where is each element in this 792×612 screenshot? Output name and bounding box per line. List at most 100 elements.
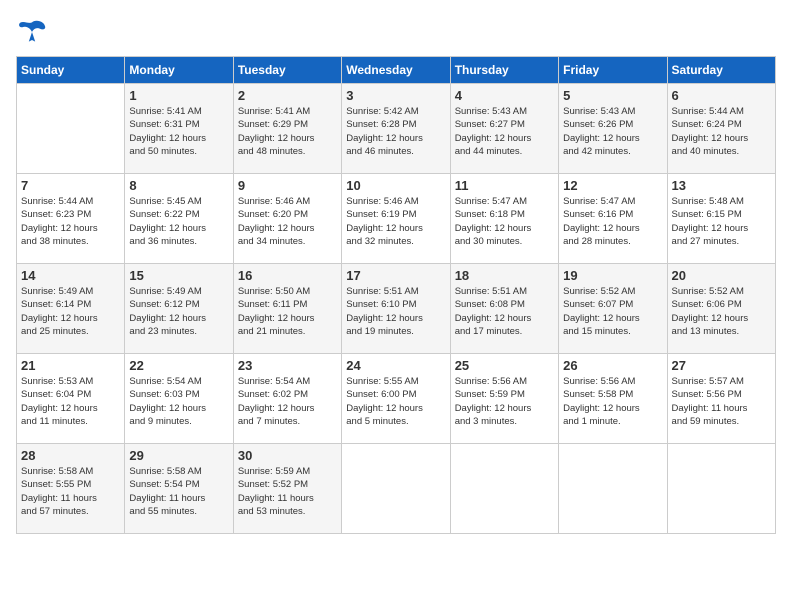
day-info: Sunrise: 5:51 AM Sunset: 6:10 PM Dayligh…: [346, 285, 445, 338]
day-info: Sunrise: 5:50 AM Sunset: 6:11 PM Dayligh…: [238, 285, 337, 338]
day-number: 29: [129, 448, 228, 463]
calendar-cell: 21 Sunrise: 5:53 AM Sunset: 6:04 PM Dayli…: [17, 354, 125, 444]
day-number: 27: [672, 358, 771, 373]
day-info: Sunrise: 5:44 AM Sunset: 6:23 PM Dayligh…: [21, 195, 120, 248]
day-number: 13: [672, 178, 771, 193]
day-info: Sunrise: 5:46 AM Sunset: 6:19 PM Dayligh…: [346, 195, 445, 248]
calendar-cell: [17, 84, 125, 174]
calendar-cell: 14 Sunrise: 5:49 AM Sunset: 6:14 PM Dayli…: [17, 264, 125, 354]
calendar-table: SundayMondayTuesdayWednesdayThursdayFrid…: [16, 56, 776, 534]
day-info: Sunrise: 5:49 AM Sunset: 6:12 PM Dayligh…: [129, 285, 228, 338]
day-number: 23: [238, 358, 337, 373]
column-header-sunday: Sunday: [17, 57, 125, 84]
calendar-cell: 26Sunrise: 5:56 AM Sunset: 5:58 PM Dayli…: [559, 354, 667, 444]
day-info: Sunrise: 5:43 AM Sunset: 6:26 PM Dayligh…: [563, 105, 662, 158]
day-number: 4: [455, 88, 554, 103]
day-number: 14: [21, 268, 120, 283]
day-number: 2: [238, 88, 337, 103]
day-info: Sunrise: 5:41 AM Sunset: 6:29 PM Dayligh…: [238, 105, 337, 158]
day-info: Sunrise: 5:58 AM Sunset: 5:54 PM Dayligh…: [129, 465, 228, 518]
day-number: 25: [455, 358, 554, 373]
day-info: Sunrise: 5:42 AM Sunset: 6:28 PM Dayligh…: [346, 105, 445, 158]
day-info: Sunrise: 5:54 AM Sunset: 6:02 PM Dayligh…: [238, 375, 337, 428]
day-number: 30: [238, 448, 337, 463]
calendar-week-1: 1 Sunrise: 5:41 AM Sunset: 6:31 PM Daylig…: [17, 84, 776, 174]
calendar-cell: 19Sunrise: 5:52 AM Sunset: 6:07 PM Dayli…: [559, 264, 667, 354]
day-number: 18: [455, 268, 554, 283]
column-header-saturday: Saturday: [667, 57, 775, 84]
day-number: 24: [346, 358, 445, 373]
day-number: 1: [129, 88, 228, 103]
day-info: Sunrise: 5:43 AM Sunset: 6:27 PM Dayligh…: [455, 105, 554, 158]
calendar-cell: 25 Sunrise: 5:56 AM Sunset: 5:59 PM Dayli…: [450, 354, 558, 444]
day-info: Sunrise: 5:55 AM Sunset: 6:00 PM Dayligh…: [346, 375, 445, 428]
day-info: Sunrise: 5:56 AM Sunset: 5:59 PM Dayligh…: [455, 375, 554, 428]
calendar-cell: 4 Sunrise: 5:43 AM Sunset: 6:27 PM Daylig…: [450, 84, 558, 174]
day-info: Sunrise: 5:57 AM Sunset: 5:56 PM Dayligh…: [672, 375, 771, 428]
day-number: 26: [563, 358, 662, 373]
calendar-cell: 3 Sunrise: 5:42 AM Sunset: 6:28 PM Daylig…: [342, 84, 450, 174]
day-info: Sunrise: 5:53 AM Sunset: 6:04 PM Dayligh…: [21, 375, 120, 428]
day-info: Sunrise: 5:41 AM Sunset: 6:31 PM Dayligh…: [129, 105, 228, 158]
day-number: 28: [21, 448, 120, 463]
calendar-cell: 24 Sunrise: 5:55 AM Sunset: 6:00 PM Dayli…: [342, 354, 450, 444]
day-number: 12: [563, 178, 662, 193]
calendar-cell: 10 Sunrise: 5:46 AM Sunset: 6:19 PM Dayli…: [342, 174, 450, 264]
calendar-cell: 7 Sunrise: 5:44 AM Sunset: 6:23 PM Daylig…: [17, 174, 125, 264]
day-info: Sunrise: 5:45 AM Sunset: 6:22 PM Dayligh…: [129, 195, 228, 248]
calendar-cell: [342, 444, 450, 534]
day-info: Sunrise: 5:54 AM Sunset: 6:03 PM Dayligh…: [129, 375, 228, 428]
day-info: Sunrise: 5:46 AM Sunset: 6:20 PM Dayligh…: [238, 195, 337, 248]
logo: [16, 16, 54, 48]
column-header-friday: Friday: [559, 57, 667, 84]
calendar-cell: 30Sunrise: 5:59 AM Sunset: 5:52 PM Dayli…: [233, 444, 341, 534]
day-info: Sunrise: 5:49 AM Sunset: 6:14 PM Dayligh…: [21, 285, 120, 338]
day-number: 16: [238, 268, 337, 283]
day-number: 3: [346, 88, 445, 103]
day-number: 22: [129, 358, 228, 373]
calendar-cell: 1 Sunrise: 5:41 AM Sunset: 6:31 PM Daylig…: [125, 84, 233, 174]
calendar-cell: 2 Sunrise: 5:41 AM Sunset: 6:29 PM Daylig…: [233, 84, 341, 174]
calendar-header-row: SundayMondayTuesdayWednesdayThursdayFrid…: [17, 57, 776, 84]
day-number: 8: [129, 178, 228, 193]
calendar-week-3: 14 Sunrise: 5:49 AM Sunset: 6:14 PM Dayli…: [17, 264, 776, 354]
calendar-cell: 22 Sunrise: 5:54 AM Sunset: 6:03 PM Dayli…: [125, 354, 233, 444]
page-header: [16, 16, 776, 48]
calendar-cell: 13 Sunrise: 5:48 AM Sunset: 6:15 PM Dayli…: [667, 174, 775, 264]
day-number: 6: [672, 88, 771, 103]
day-info: Sunrise: 5:44 AM Sunset: 6:24 PM Dayligh…: [672, 105, 771, 158]
day-number: 10: [346, 178, 445, 193]
calendar-cell: 20 Sunrise: 5:52 AM Sunset: 6:06 PM Dayli…: [667, 264, 775, 354]
calendar-week-4: 21 Sunrise: 5:53 AM Sunset: 6:04 PM Dayli…: [17, 354, 776, 444]
calendar-cell: 28 Sunrise: 5:58 AM Sunset: 5:55 PM Dayli…: [17, 444, 125, 534]
calendar-cell: [559, 444, 667, 534]
calendar-cell: 29 Sunrise: 5:58 AM Sunset: 5:54 PM Dayli…: [125, 444, 233, 534]
calendar-cell: 15Sunrise: 5:49 AM Sunset: 6:12 PM Dayli…: [125, 264, 233, 354]
calendar-cell: 5 Sunrise: 5:43 AM Sunset: 6:26 PM Daylig…: [559, 84, 667, 174]
calendar-cell: 11Sunrise: 5:47 AM Sunset: 6:18 PM Dayli…: [450, 174, 558, 264]
calendar-cell: 17Sunrise: 5:51 AM Sunset: 6:10 PM Dayli…: [342, 264, 450, 354]
calendar-cell: 27 Sunrise: 5:57 AM Sunset: 5:56 PM Dayli…: [667, 354, 775, 444]
calendar-week-2: 7 Sunrise: 5:44 AM Sunset: 6:23 PM Daylig…: [17, 174, 776, 264]
calendar-cell: 8 Sunrise: 5:45 AM Sunset: 6:22 PM Daylig…: [125, 174, 233, 264]
day-info: Sunrise: 5:48 AM Sunset: 6:15 PM Dayligh…: [672, 195, 771, 248]
day-number: 5: [563, 88, 662, 103]
day-info: Sunrise: 5:58 AM Sunset: 5:55 PM Dayligh…: [21, 465, 120, 518]
day-number: 20: [672, 268, 771, 283]
day-number: 9: [238, 178, 337, 193]
column-header-monday: Monday: [125, 57, 233, 84]
day-number: 7: [21, 178, 120, 193]
column-header-thursday: Thursday: [450, 57, 558, 84]
calendar-cell: 9 Sunrise: 5:46 AM Sunset: 6:20 PM Daylig…: [233, 174, 341, 264]
day-number: 19: [563, 268, 662, 283]
calendar-cell: 18Sunrise: 5:51 AM Sunset: 6:08 PM Dayli…: [450, 264, 558, 354]
day-info: Sunrise: 5:47 AM Sunset: 6:16 PM Dayligh…: [563, 195, 662, 248]
day-info: Sunrise: 5:52 AM Sunset: 6:06 PM Dayligh…: [672, 285, 771, 338]
calendar-cell: 16 Sunrise: 5:50 AM Sunset: 6:11 PM Dayli…: [233, 264, 341, 354]
calendar-cell: [450, 444, 558, 534]
calendar-cell: 12 Sunrise: 5:47 AM Sunset: 6:16 PM Dayli…: [559, 174, 667, 264]
column-header-tuesday: Tuesday: [233, 57, 341, 84]
calendar-cell: 6 Sunrise: 5:44 AM Sunset: 6:24 PM Daylig…: [667, 84, 775, 174]
day-number: 11: [455, 178, 554, 193]
day-number: 21: [21, 358, 120, 373]
